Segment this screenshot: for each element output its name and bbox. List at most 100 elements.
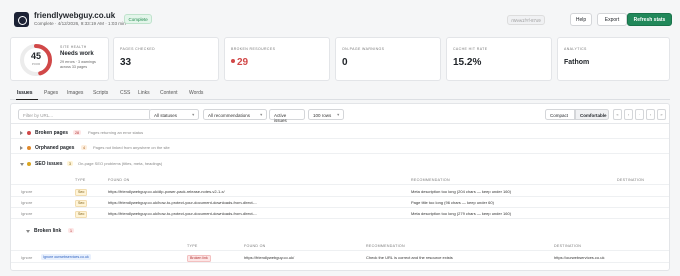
group-description: Pages returning an error status bbox=[88, 130, 144, 135]
group-name: SEO issues bbox=[35, 160, 63, 167]
ignore-action[interactable]: Ignore bbox=[21, 211, 32, 216]
rows-select[interactable]: 100 rows ▼ bbox=[308, 109, 344, 120]
recommendation-text: Page title too long (96 chars — keep und… bbox=[411, 200, 494, 205]
ignore-action[interactable]: Ignore bbox=[21, 200, 32, 205]
status-select[interactable]: All statuses ▼ bbox=[149, 109, 199, 120]
chevron-down-icon: ▼ bbox=[336, 113, 340, 117]
column-header: DESTINATION bbox=[617, 178, 645, 182]
issues-panel: Filter by URL... All statuses ▼ All recom… bbox=[10, 103, 670, 271]
export-button[interactable]: Export bbox=[597, 13, 627, 26]
cache-hit-card: CACHE HIT RATE 15.2% bbox=[446, 37, 552, 81]
found-on-url[interactable]: https://friendlywebguy.co.uk/how-to-prot… bbox=[108, 211, 257, 216]
chevron-down-icon: ▼ bbox=[259, 113, 263, 117]
main-tabs: Issues Pages Images Scripts CSS Links Co… bbox=[10, 88, 670, 101]
table-row: Ignore Ignore ourwebservices.co.uk Broke… bbox=[11, 252, 669, 263]
recommendation-text: Check the URL is correct and the resourc… bbox=[366, 255, 453, 260]
column-header: RECOMMENDATION bbox=[366, 244, 405, 248]
active-issues-select[interactable]: Active issues bbox=[269, 109, 305, 123]
tab-scripts[interactable]: Scripts bbox=[93, 90, 108, 96]
card-value: Fathom bbox=[564, 59, 590, 66]
site-logo-icon bbox=[14, 12, 29, 27]
column-header: FOUND ON bbox=[244, 244, 266, 248]
health-label: SITE HEALTH bbox=[60, 45, 87, 49]
error-dot-icon bbox=[27, 131, 31, 135]
compact-toggle[interactable]: Compact bbox=[545, 109, 575, 120]
prev-page-button[interactable]: ‹ bbox=[624, 109, 633, 120]
group-broken-link[interactable]: Broken link 1 bbox=[17, 225, 669, 237]
type-badge: Seo bbox=[75, 188, 88, 196]
error-dot-icon bbox=[231, 59, 235, 63]
onpage-warnings-card: ON-PAGE WARNINGS 0 bbox=[335, 37, 441, 81]
crawl-meta: Complete · 4/12/2026, 9:33:19 AM · 1:03 … bbox=[34, 21, 126, 26]
column-header: TYPE bbox=[75, 178, 86, 182]
tab-words[interactable]: Words bbox=[189, 90, 203, 96]
tab-css[interactable]: CSS bbox=[120, 90, 130, 96]
health-score-label: POOR bbox=[31, 62, 41, 66]
help-button[interactable]: Help bbox=[570, 13, 592, 26]
card-label: ANALYTICS bbox=[564, 47, 587, 51]
group-name: Broken pages bbox=[35, 129, 69, 136]
table-row: Ignore Seo https://friendlywebguy.co.uk/… bbox=[11, 186, 669, 197]
refresh-stats-button[interactable]: Refresh stats bbox=[627, 13, 672, 26]
group-name: Orphaned pages bbox=[35, 144, 75, 151]
recommendation-text: Meta description too long (204 chars — k… bbox=[411, 189, 512, 194]
comfortable-toggle[interactable]: Comfortable bbox=[575, 109, 609, 120]
active-tab-indicator bbox=[16, 99, 38, 101]
last-page-button[interactable]: » bbox=[657, 109, 666, 120]
tab-content[interactable]: Content bbox=[160, 90, 178, 96]
pages-checked-card: PAGES CHECKED 33 bbox=[113, 37, 219, 81]
expand-caret-icon[interactable] bbox=[20, 145, 23, 150]
ignore-domain-chip[interactable]: Ignore ourwebservices.co.uk bbox=[41, 254, 91, 260]
site-health-card: 45 POOR SITE HEALTH Needs work 29 errors… bbox=[10, 37, 109, 81]
site-title: friendlywebguy.co.uk bbox=[34, 11, 116, 20]
group-orphaned-pages[interactable]: Orphaned pages 4 Pages not linked from a… bbox=[11, 142, 669, 154]
group-broken-pages[interactable]: Broken pages 28 Pages returning an error… bbox=[11, 127, 669, 139]
type-badge: Seo bbox=[75, 199, 88, 207]
found-on-url[interactable]: https://friendlywebguy.co.uk/ bbox=[244, 255, 294, 260]
broken-resources-card: BROKEN RESOURCES 29 bbox=[224, 37, 330, 81]
group-description: On-page SEO problems (titles, meta, head… bbox=[78, 161, 163, 166]
group-count-badge: 28 bbox=[73, 130, 81, 135]
seo-table-header: TYPE FOUND ON RECOMMENDATION DESTINATION bbox=[11, 175, 669, 185]
destination-url[interactable]: https://ourwebservices.co.uk bbox=[554, 255, 604, 260]
tab-pages[interactable]: Pages bbox=[44, 90, 58, 96]
session-id-chip[interactable]: rWvw1fYf-87o9 bbox=[507, 15, 545, 25]
collapse-caret-icon[interactable] bbox=[19, 162, 24, 166]
status-select-value: All statuses bbox=[154, 113, 178, 118]
column-header: FOUND ON bbox=[108, 178, 130, 182]
page-indicator: · bbox=[635, 109, 644, 120]
card-label: CACHE HIT RATE bbox=[453, 47, 488, 51]
notice-dot-icon bbox=[27, 162, 31, 166]
tab-images[interactable]: Images bbox=[67, 90, 83, 96]
found-on-url[interactable]: https://friendlywebguy.co.uk/how-to-prot… bbox=[108, 200, 257, 205]
group-description: Pages not linked from anywhere on the si… bbox=[93, 145, 170, 150]
ignore-action[interactable]: Ignore bbox=[21, 189, 32, 194]
rows-select-value: 100 rows bbox=[313, 113, 332, 118]
found-on-url[interactable]: https://friendlywebguy.co.uk/dlp-power-p… bbox=[108, 189, 225, 194]
next-page-button[interactable]: › bbox=[646, 109, 655, 120]
link-table-header: TYPE FOUND ON RECOMMENDATION DESTINATION bbox=[11, 241, 669, 251]
expand-caret-icon[interactable] bbox=[20, 130, 23, 135]
table-row: Ignore Seo https://friendlywebguy.co.uk/… bbox=[11, 197, 669, 208]
collapse-caret-icon[interactable] bbox=[25, 229, 30, 233]
recommendation-text: Meta description too long (279 chars — k… bbox=[411, 211, 512, 216]
type-badge: Seo bbox=[75, 210, 88, 218]
card-label: ON-PAGE WARNINGS bbox=[342, 47, 385, 51]
card-value: 15.2% bbox=[453, 57, 482, 68]
warning-dot-icon bbox=[27, 146, 31, 150]
first-page-button[interactable]: « bbox=[613, 109, 622, 120]
column-header: TYPE bbox=[187, 244, 198, 248]
group-count-badge: 4 bbox=[81, 145, 87, 150]
chevron-down-icon: ▼ bbox=[191, 113, 195, 117]
tab-issues[interactable]: Issues bbox=[17, 90, 33, 96]
card-value: 29 bbox=[231, 57, 248, 68]
url-filter-input[interactable]: Filter by URL... bbox=[18, 109, 151, 120]
recommendation-select[interactable]: All recommendations ▼ bbox=[203, 109, 267, 120]
ignore-action[interactable]: Ignore bbox=[21, 255, 32, 260]
group-seo-issues[interactable]: SEO issues 3 On-page SEO problems (title… bbox=[11, 158, 669, 170]
card-value: 33 bbox=[120, 57, 132, 68]
table-row: Ignore Seo https://friendlywebguy.co.uk/… bbox=[11, 208, 669, 219]
column-header: DESTINATION bbox=[554, 244, 582, 248]
tab-links[interactable]: Links bbox=[138, 90, 150, 96]
health-detail: 29 errors · 3 warnings across 33 pages bbox=[60, 60, 96, 69]
